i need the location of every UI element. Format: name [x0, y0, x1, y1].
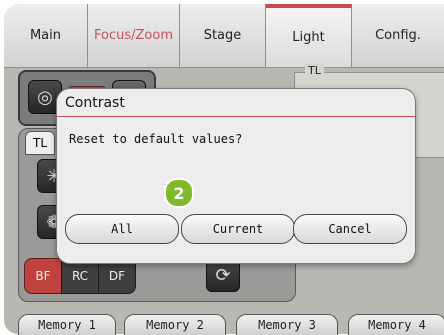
tab-light-label: Light [292, 30, 325, 45]
tab-light[interactable]: Light [266, 4, 352, 68]
cancel-button-label: Cancel [328, 222, 372, 236]
memory-2-button[interactable]: Memory 2 [124, 314, 226, 335]
tab-stage-label: Stage [203, 28, 242, 43]
tab-config-label: Config. [375, 28, 421, 43]
all-button[interactable]: All [65, 214, 179, 244]
current-button-label: Current [212, 222, 264, 236]
dialog-title-divider [57, 116, 415, 117]
tab-focus-zoom[interactable]: Focus/Zoom [88, 4, 180, 68]
tab-main[interactable]: Main [4, 4, 88, 68]
tl-group-tab-label: TL [32, 136, 47, 150]
mode-df-label: DF [108, 269, 126, 283]
contrast-dialog: Contrast Reset to default values? All Cu… [56, 88, 416, 264]
tab-stage[interactable]: Stage [180, 4, 266, 68]
current-button[interactable]: Current [181, 214, 295, 244]
main-tab-bar: Main Focus/Zoom Stage Light Config. [4, 4, 444, 68]
cancel-button[interactable]: Cancel [293, 214, 407, 244]
mode-bf-button[interactable]: BF [24, 258, 62, 294]
memory-2-label: Memory 2 [146, 318, 204, 332]
tl-box-label: TL [305, 64, 324, 77]
step-badge: 2 [164, 178, 194, 208]
memory-4-button[interactable]: Memory 4 [348, 314, 444, 335]
mode-rc-label: RC [71, 269, 89, 283]
memory-4-label: Memory 4 [368, 318, 426, 332]
dialog-message: Reset to default values? [69, 132, 243, 146]
tab-config[interactable]: Config. [352, 4, 444, 68]
memory-1-button[interactable]: Memory 1 [18, 314, 116, 335]
light-control-panel: Main Focus/Zoom Stage Light Config. ◎ TL… [0, 0, 444, 335]
memory-3-label: Memory 3 [258, 318, 316, 332]
all-button-label: All [111, 222, 133, 236]
tl-group-tab[interactable]: TL [25, 131, 55, 155]
dialog-title: Contrast [65, 95, 125, 111]
memory-3-button[interactable]: Memory 3 [236, 314, 338, 335]
memory-1-label: Memory 1 [38, 318, 96, 332]
mode-bf-label: BF [35, 269, 51, 283]
tab-focus-zoom-label: Focus/Zoom [94, 28, 173, 43]
tab-main-label: Main [29, 28, 62, 43]
